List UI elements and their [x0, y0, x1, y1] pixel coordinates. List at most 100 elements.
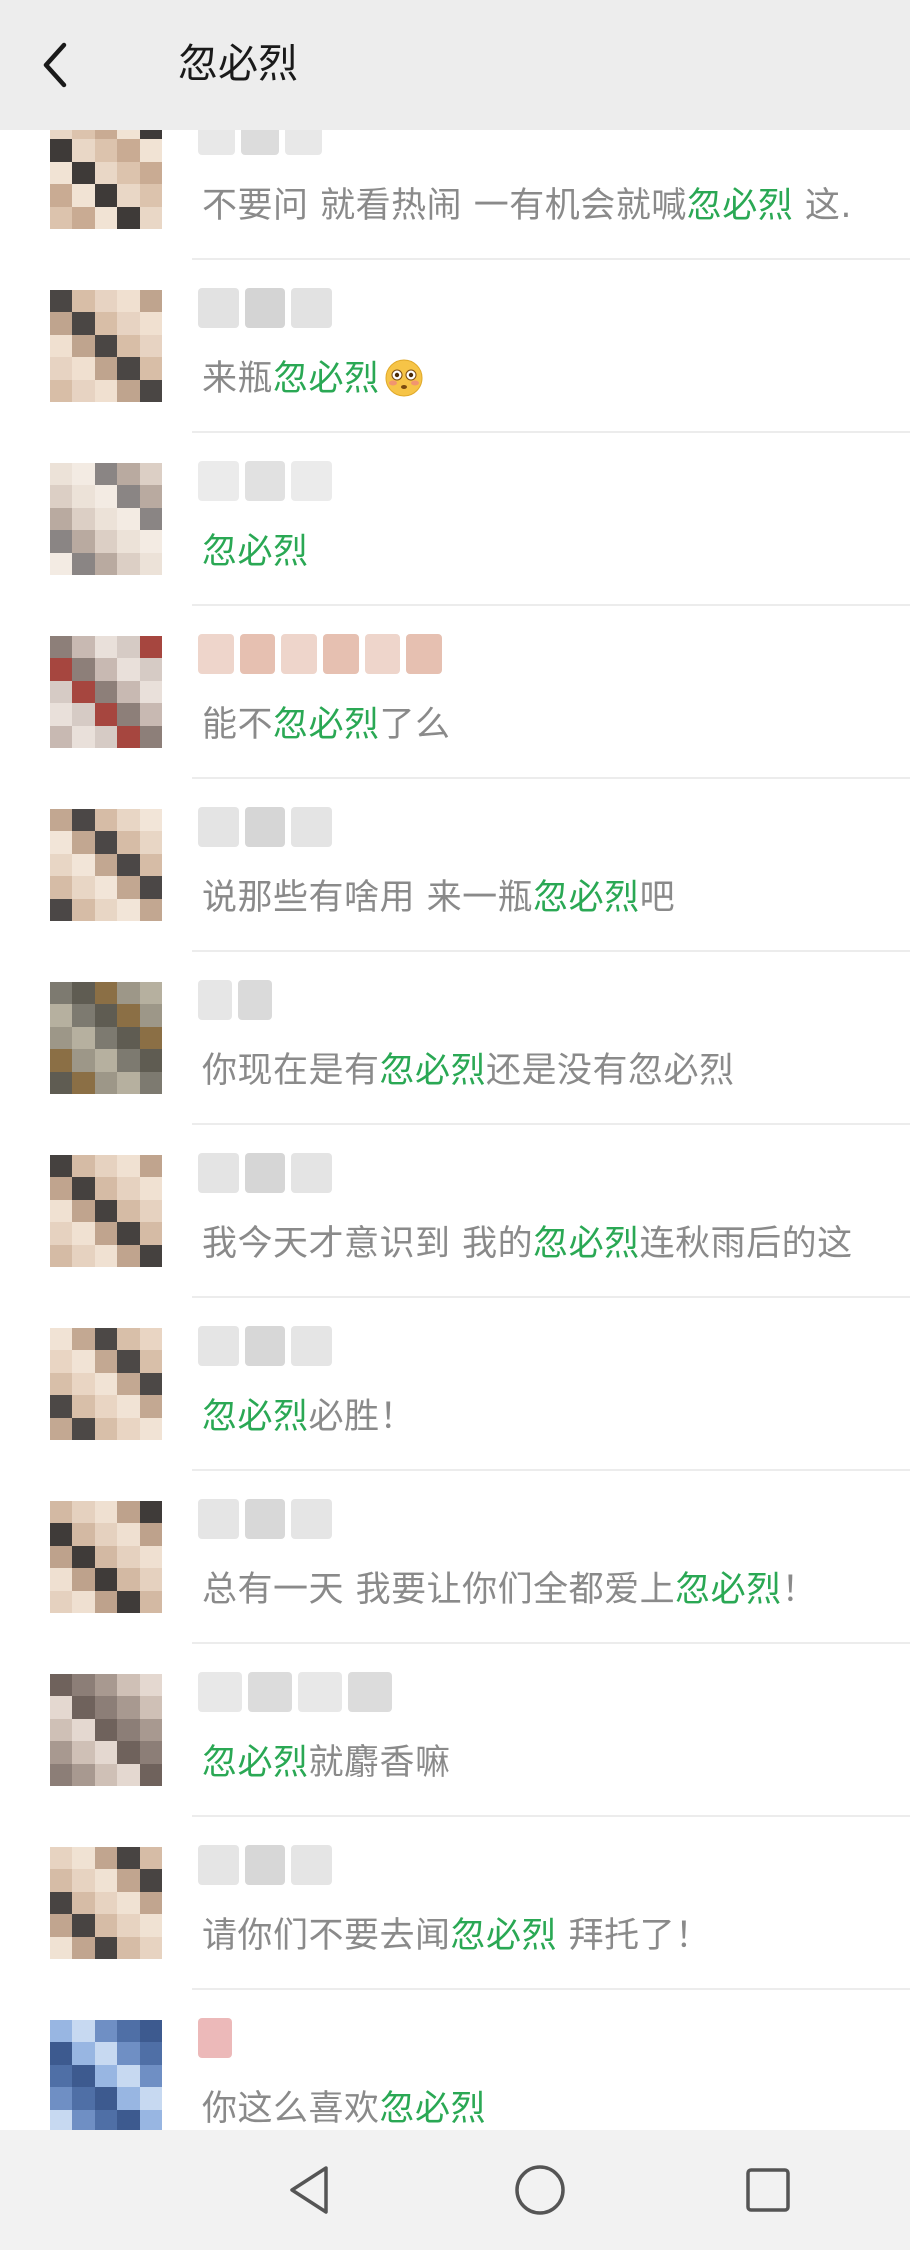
comment-row[interactable]: 总有一天 我要让你们全都爱上忽必烈！ [0, 1471, 910, 1644]
nav-recents-button[interactable] [728, 2150, 808, 2230]
avatar-pixel [117, 2020, 141, 2043]
comment-text-segment: 请你们不要去闻 [202, 1916, 451, 1956]
avatar-pixel [94, 725, 118, 748]
comment-row[interactable]: 你现在是有忽必烈还是没有忽必烈 [0, 952, 910, 1125]
nickname-blur-block [348, 1672, 392, 1712]
avatar-pixel [72, 1568, 96, 1592]
flushed-face-emoji-icon [385, 359, 423, 397]
avatar[interactable] [50, 636, 162, 748]
avatar-pixel [139, 1328, 162, 1351]
avatar-pixel [94, 1763, 118, 1786]
comment-row[interactable]: 不要问 就看热闹 一有机会就喊忽必烈 这. [0, 130, 910, 260]
highlight-keyword[interactable]: 忽必烈 [202, 1743, 309, 1783]
highlight-keyword[interactable]: 忽必烈 [202, 532, 309, 572]
comment-row[interactable]: 请你们不要去闻忽必烈 拜托了！ [0, 1817, 910, 1990]
nickname-blur-block [198, 1153, 239, 1193]
avatar-pixel [50, 1222, 73, 1246]
avatar-pixel [117, 139, 141, 163]
avatar-pixel [94, 463, 118, 486]
avatar-pixel [139, 982, 162, 1005]
comment-row[interactable]: 来瓶忽必烈 [0, 260, 910, 433]
highlight-keyword[interactable]: 忽必烈 [533, 878, 640, 918]
highlight-keyword[interactable]: 忽必烈 [451, 1916, 558, 1956]
avatar-pixel [94, 1004, 118, 1028]
comment-row[interactable]: 能不忽必烈了么 [0, 606, 910, 779]
avatar[interactable] [50, 1328, 162, 1440]
avatar-pixel [72, 2064, 96, 2088]
comment-text-segment: 说那些有啥用 来一瓶 [202, 878, 534, 918]
nav-home-button[interactable] [500, 2150, 580, 2230]
highlight-keyword[interactable]: 忽必烈 [273, 705, 380, 745]
comment-row[interactable]: 忽必烈 [0, 433, 910, 606]
comment-text-segment: 来瓶 [202, 359, 274, 399]
avatar-pixel [117, 2087, 141, 2111]
nickname-blur-block [364, 634, 401, 674]
avatar-pixel [94, 530, 118, 554]
highlight-keyword[interactable]: 忽必烈 [687, 186, 794, 226]
avatar-pixel [117, 1869, 141, 1893]
avatar-pixel [72, 636, 96, 659]
comment-text-segment: 连秋雨后的这 [639, 1224, 853, 1264]
avatar-pixel [117, 1244, 141, 1267]
avatar[interactable] [50, 809, 162, 921]
avatar-pixel [72, 1763, 96, 1786]
highlight-keyword[interactable]: 忽必烈 [380, 1051, 487, 1091]
avatar-pixel [50, 982, 73, 1005]
avatar-pixel [139, 1026, 162, 1050]
avatar-pixel [94, 1049, 118, 1073]
comment-row[interactable]: 忽必烈必胜！ [0, 1298, 910, 1471]
nickname-blur-block [198, 980, 232, 1020]
avatar-pixel [117, 680, 141, 704]
avatar-pixel [117, 1590, 141, 1613]
comment-row[interactable]: 我今天才意识到 我的忽必烈连秋雨后的这 [0, 1125, 910, 1298]
avatar[interactable] [50, 1847, 162, 1959]
comment-text: 忽必烈必胜！ [202, 1393, 415, 1441]
avatar[interactable] [50, 1155, 162, 1267]
avatar-pixel [94, 636, 118, 659]
avatar-pixel [50, 357, 73, 381]
avatar-pixel [94, 312, 118, 336]
avatar-pixel [117, 1718, 141, 1742]
avatar[interactable] [50, 1674, 162, 1786]
avatar-pixel [117, 1914, 141, 1938]
comment-row[interactable]: 说那些有啥用 来一瓶忽必烈吧 [0, 779, 910, 952]
avatar-pixel [117, 1049, 141, 1073]
highlight-keyword[interactable]: 忽必烈 [380, 2089, 487, 2129]
avatar-pixel [139, 1763, 162, 1786]
highlight-keyword[interactable]: 忽必烈 [202, 1397, 309, 1437]
comment-text: 你现在是有忽必烈还是没有忽必烈 [202, 1047, 735, 1095]
avatar-pixel [139, 1590, 162, 1613]
highlight-keyword[interactable]: 忽必烈 [533, 1224, 640, 1264]
avatar[interactable] [50, 290, 162, 402]
nickname-blur-block [239, 634, 276, 674]
comment-row[interactable]: 忽必烈就麝香嘛 [0, 1644, 910, 1817]
avatar[interactable] [50, 982, 162, 1094]
nav-back-button[interactable] [270, 2150, 350, 2230]
avatar[interactable] [50, 1501, 162, 1613]
avatar-pixel [50, 1936, 73, 1959]
avatar-pixel [72, 184, 96, 208]
avatar-pixel [94, 2042, 118, 2066]
comment-row[interactable]: 你这么喜欢忽必烈 [0, 1990, 910, 2130]
comment-text-segment: 吧 [639, 878, 676, 918]
avatar-pixel [94, 1891, 118, 1915]
comment-text-segment: 就麝香嘛 [308, 1743, 451, 1783]
avatar-pixel [50, 876, 73, 900]
avatar-pixel [50, 184, 73, 208]
avatar-pixel [117, 1155, 141, 1178]
nickname-blur-block [198, 130, 236, 155]
avatar[interactable] [50, 2020, 162, 2130]
avatar-pixel [94, 898, 118, 921]
highlight-keyword[interactable]: 忽必烈 [675, 1570, 782, 1610]
avatar-pixel [50, 1328, 73, 1351]
avatar-pixel [139, 184, 162, 208]
avatar-pixel [72, 2109, 96, 2130]
avatar-pixel [117, 1199, 141, 1223]
avatar-pixel [117, 1026, 141, 1050]
avatar-pixel [50, 898, 73, 921]
avatar[interactable] [50, 130, 162, 229]
avatar[interactable] [50, 463, 162, 575]
nickname-blur-block [406, 634, 442, 674]
highlight-keyword[interactable]: 忽必烈 [273, 359, 380, 399]
back-button[interactable] [30, 35, 80, 95]
